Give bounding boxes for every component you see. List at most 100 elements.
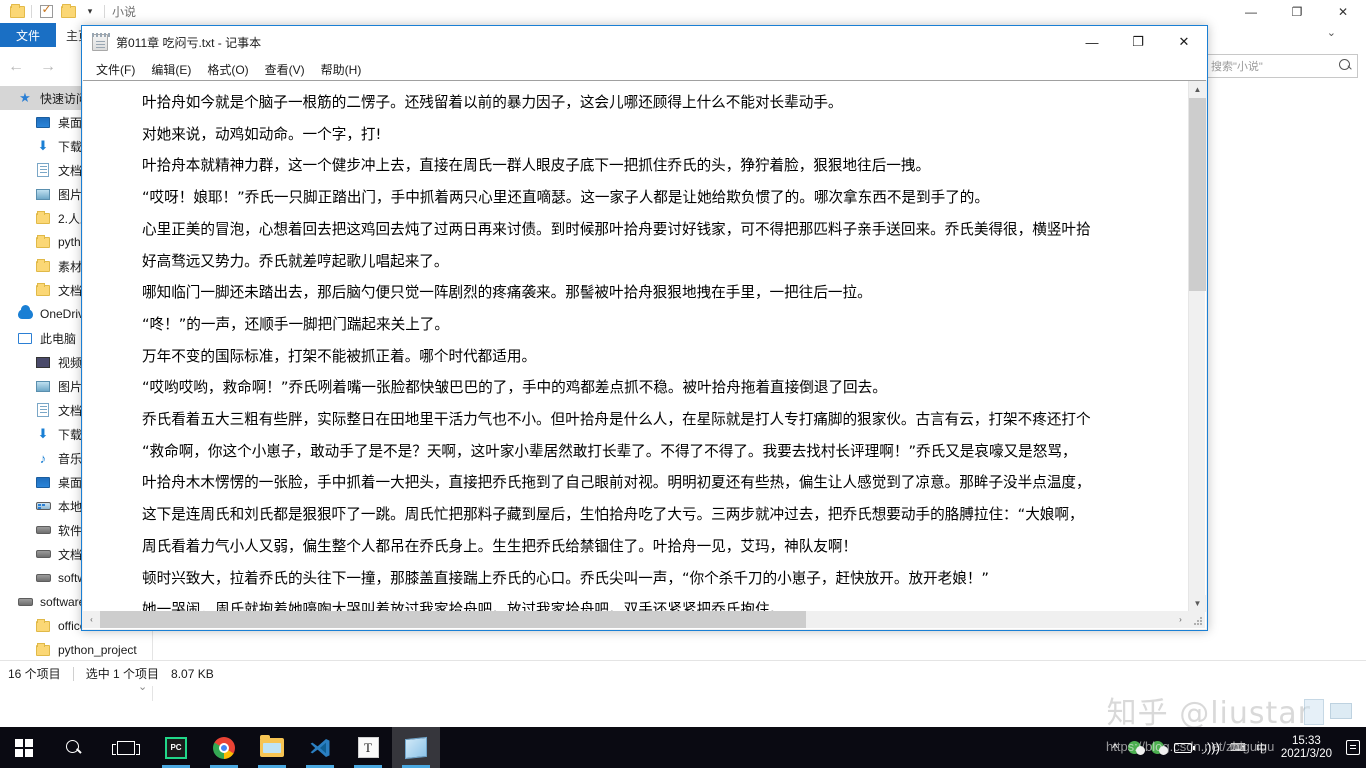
notepad-icon — [405, 736, 427, 758]
notepad-menu-4[interactable]: 帮助(H) — [313, 59, 370, 80]
sidebar-item-label: 桌面 — [58, 114, 82, 131]
resize-corner[interactable] — [1188, 611, 1205, 628]
folder-icon[interactable] — [6, 2, 28, 22]
ime-keyboard-icon[interactable]: ⌨ — [1230, 741, 1246, 754]
notepad-menu-0[interactable]: 文件(F) — [88, 59, 143, 80]
scroll-left-arrow-icon[interactable]: ‹ — [83, 611, 100, 628]
sidebar-item-label: 图片 — [58, 186, 82, 203]
vscode-icon — [309, 737, 331, 759]
sidebar-item-label: 下载 — [58, 138, 82, 155]
notepad-window: 第011章 吃闷亏.txt - 记事本 — ❐ ✕ 文件(F)编辑(E)格式(O… — [81, 25, 1208, 631]
notepad-title-bar[interactable]: 第011章 吃闷亏.txt - 记事本 — ❐ ✕ — [82, 26, 1207, 58]
divider — [73, 667, 74, 681]
show-hidden-icons-button[interactable]: ^ — [1112, 741, 1118, 755]
taskbar-search-button[interactable] — [48, 727, 100, 768]
drive-icon — [34, 570, 52, 586]
chevron-down-icon[interactable]: ⌄ — [1327, 26, 1336, 39]
download-icon: ⬇ — [34, 138, 52, 154]
folder-icon — [34, 258, 52, 274]
taskbar-app-vscode[interactable] — [296, 727, 344, 768]
music-icon: ♪ — [34, 450, 52, 466]
notepad-line: “咚！”的一声，还顺手一脚把门踹起来关上了。 — [142, 309, 1189, 341]
sidebar-item-label: 音乐 — [58, 450, 82, 467]
explorer-close-button[interactable]: ✕ — [1320, 0, 1366, 23]
notepad-line: 这下是连周氏和刘氏都是狠狠吓了一跳。周氏忙把那料子藏到屋后，生怕拾舟吃了大亏。三… — [142, 499, 1189, 531]
taskbar-app-file-explorer[interactable] — [248, 727, 296, 768]
notepad-menu-3[interactable]: 查看(V) — [257, 59, 313, 80]
new-folder-icon[interactable] — [57, 2, 79, 22]
notepad-line: “救命啊，你这个小崽子，敢动手了是不是？天啊，这叶家小辈居然敢打长辈了。不得了不… — [142, 436, 1189, 468]
notepad-line: 叶拾舟本就精神力群，这一个健步冲上去，直接在周氏一群人眼皮子底下一把抓住乔氏的头… — [142, 150, 1189, 182]
folder-icon — [34, 210, 52, 226]
forward-arrow-icon[interactable]: → — [32, 52, 64, 82]
drive-windows-icon — [34, 498, 52, 514]
sidebar-item-label: 文档 — [58, 402, 82, 419]
scroll-down-arrow-icon[interactable]: ▼ — [1189, 595, 1206, 612]
clock[interactable]: 15:33 2021/3/20 — [1277, 735, 1336, 761]
notifications-icon[interactable] — [1346, 740, 1360, 755]
this-pc-icon — [16, 330, 34, 346]
documents-icon — [34, 162, 52, 178]
taskbar-app-pycharm[interactable]: PC — [152, 727, 200, 768]
taskbar: PC T ^ — [0, 727, 1366, 768]
sidebar-item-label: 视频 — [58, 354, 82, 371]
horizontal-scrollbar[interactable]: ‹ › — [83, 611, 1189, 628]
sidebar-item-label: 图片 — [58, 378, 82, 395]
notepad-line: 叶拾舟如今就是个脑子一根筋的二愣子。还残留着以前的暴力因子，这会儿哪还顾得上什么… — [142, 87, 1189, 119]
clock-date: 2021/3/20 — [1281, 748, 1332, 761]
folder-icon — [34, 234, 52, 250]
taskbar-app-notepad[interactable] — [392, 727, 440, 768]
ribbon-tab-file[interactable]: 文件 — [0, 23, 56, 47]
notepad-minimize-button[interactable]: — — [1069, 26, 1115, 58]
notepad-menu-1[interactable]: 编辑(E) — [143, 59, 199, 80]
wechat-icon[interactable] — [1151, 741, 1164, 754]
ime-language-label[interactable]: 中 — [1256, 740, 1267, 756]
notepad-line: 心里正美的冒泡，心想着回去把这鸡回去炖了过两日再来讨债。到时候那叶拾舟要讨好钱家… — [142, 214, 1189, 246]
explorer-title: 小说 — [112, 3, 136, 20]
sidebar-item-label: 文档 — [58, 162, 82, 179]
folder-icon — [34, 642, 52, 658]
quick-access-toolbar: ▾ 小说 — [0, 2, 136, 22]
chevron-down-icon[interactable]: ▾ — [79, 2, 101, 22]
notepad-close-button[interactable]: ✕ — [1161, 26, 1207, 58]
battery-icon[interactable] — [1174, 743, 1192, 753]
desktop-icon — [34, 114, 52, 130]
horizontal-scrollbar-thumb[interactable] — [100, 611, 806, 628]
notepad-line: 顿时兴致大，拉着乔氏的头往下一撞，那膝盖直接踹上乔氏的心口。乔氏尖叫一声，“你个… — [142, 563, 1189, 595]
scroll-right-arrow-icon[interactable]: › — [1172, 611, 1189, 628]
scroll-up-arrow-icon[interactable]: ▲ — [1189, 81, 1206, 98]
sidebar-item-label: 此电脑 — [40, 330, 76, 347]
pictures-icon — [34, 378, 52, 394]
taskbar-app-typora[interactable]: T — [344, 727, 392, 768]
start-button[interactable] — [0, 727, 48, 768]
notepad-line: “哎哟哎哟，救命啊！”乔氏咧着嘴一张脸都快皱巴巴的了，手中的鸡都差点抓不稳。被叶… — [142, 372, 1189, 404]
back-arrow-icon[interactable]: ← — [0, 52, 32, 82]
sidebar-item-label: 素材 — [58, 258, 82, 275]
explorer-maximize-button[interactable]: ❐ — [1274, 0, 1320, 23]
vertical-scrollbar-thumb[interactable] — [1189, 98, 1206, 291]
notepad-icon — [92, 34, 108, 51]
system-tray: ^ ◞))) ⌨ 中 15:33 2021/3/20 — [1112, 727, 1366, 768]
sidebar-item-23[interactable]: python_project — [0, 638, 152, 662]
divider — [31, 5, 32, 18]
notepad-menu-2[interactable]: 格式(O) — [199, 59, 256, 80]
wifi-icon[interactable]: ◞))) — [1202, 740, 1220, 756]
clock-time: 15:33 — [1281, 735, 1332, 748]
vertical-scrollbar[interactable]: ▲ ▼ — [1188, 81, 1205, 612]
task-view-button[interactable] — [100, 727, 152, 768]
notepad-text-area[interactable]: 叶拾舟如今就是个脑子一根筋的二愣子。还残留着以前的暴力因子，这会儿哪还顾得上什么… — [83, 81, 1189, 612]
cloud-icon — [16, 306, 34, 322]
sidebar-item-label: 文档 — [58, 282, 82, 299]
file-explorer-icon — [260, 738, 284, 757]
pictures-icon — [34, 186, 52, 202]
pycharm-icon: PC — [165, 737, 187, 759]
taskbar-app-chrome[interactable] — [200, 727, 248, 768]
notepad-maximize-button[interactable]: ❐ — [1115, 26, 1161, 58]
qq-icon[interactable] — [1128, 741, 1141, 754]
chrome-icon — [213, 737, 235, 759]
explorer-minimize-button[interactable]: — — [1228, 0, 1274, 23]
notepad-line: 她一哭闹，周氏就抱着她嚎啕大哭叫着放过我家拾舟吧。放过我家拾舟吧。双手还紧紧把乔… — [142, 594, 1189, 612]
properties-checklist-icon[interactable] — [35, 2, 57, 22]
search-input[interactable]: 搜索"小说" — [1206, 54, 1358, 78]
notepad-body: 叶拾舟如今就是个脑子一根筋的二愣子。还残留着以前的暴力因子，这会儿哪还顾得上什么… — [83, 80, 1206, 629]
